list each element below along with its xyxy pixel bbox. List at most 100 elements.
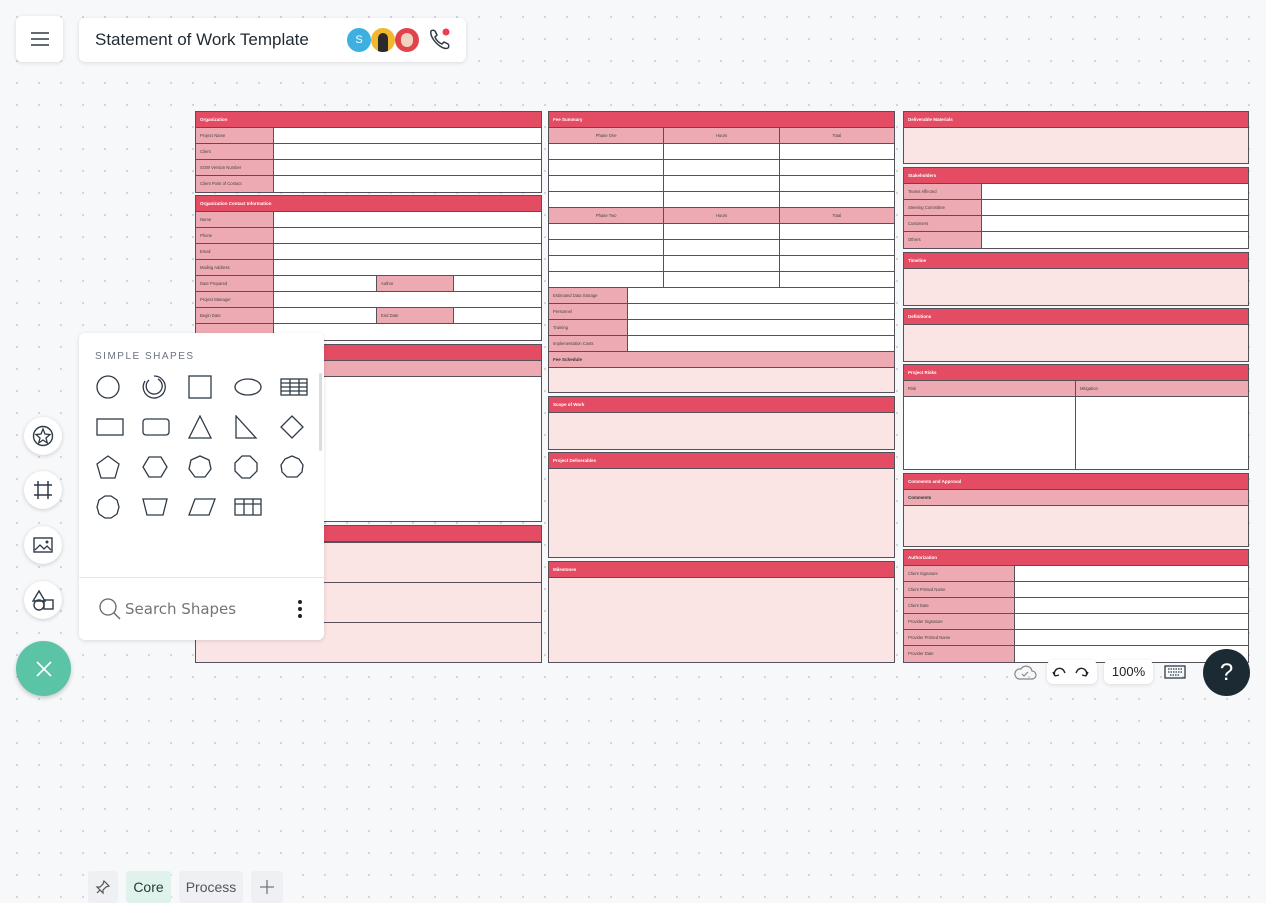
table-cell[interactable]	[780, 176, 894, 191]
field-input[interactable]	[628, 336, 894, 351]
keyboard-icon[interactable]	[1164, 665, 1186, 679]
field-input[interactable]	[274, 292, 541, 307]
table-cell[interactable]	[664, 192, 780, 207]
shape-right-triangle[interactable]	[225, 407, 271, 447]
section-body[interactable]	[549, 578, 894, 662]
field-input[interactable]	[274, 176, 541, 192]
table-cell[interactable]	[780, 160, 894, 175]
shape-octagon[interactable]	[225, 447, 271, 487]
avatar[interactable]: S	[347, 28, 371, 52]
shape-circle[interactable]	[87, 367, 133, 407]
field-input[interactable]	[982, 200, 1248, 215]
shape-pentagon[interactable]	[87, 447, 133, 487]
shape-rectangle[interactable]	[87, 407, 133, 447]
table-cell[interactable]	[780, 272, 894, 287]
table-cell[interactable]	[664, 160, 780, 175]
search-shapes-input[interactable]	[125, 598, 265, 620]
section-body[interactable]	[549, 368, 894, 392]
shape-square[interactable]	[179, 367, 225, 407]
field-input[interactable]	[628, 320, 894, 335]
avatar[interactable]	[395, 28, 419, 52]
field-input[interactable]	[274, 228, 541, 243]
add-library-button[interactable]	[251, 871, 283, 903]
tab-process[interactable]: Process	[179, 871, 243, 903]
shapes-button[interactable]	[24, 581, 62, 619]
table-cell[interactable]	[549, 240, 665, 255]
field-input[interactable]	[982, 216, 1248, 231]
field-input[interactable]	[1015, 598, 1248, 613]
table-cell[interactable]	[664, 240, 780, 255]
table-cell[interactable]	[664, 176, 780, 191]
shape-diamond[interactable]	[271, 407, 317, 447]
shape-decagon[interactable]	[87, 487, 133, 527]
image-button[interactable]	[24, 526, 62, 564]
shape-heptagon[interactable]	[179, 447, 225, 487]
shape-trapezoid[interactable]	[133, 487, 179, 527]
phone-icon[interactable]	[427, 27, 453, 53]
section-body[interactable]	[549, 413, 894, 449]
star-shapes-button[interactable]	[24, 417, 62, 455]
table-cell[interactable]	[780, 240, 894, 255]
field-input[interactable]	[982, 184, 1248, 199]
field-input[interactable]	[274, 276, 377, 291]
table-cell[interactable]	[664, 224, 780, 239]
field-input[interactable]	[454, 276, 541, 291]
shape-nonagon[interactable]	[271, 447, 317, 487]
table-cell[interactable]	[549, 192, 665, 207]
panel-scrollbar[interactable]	[319, 373, 322, 451]
field-input[interactable]	[274, 212, 541, 227]
field-input[interactable]	[274, 244, 541, 259]
shape-table-striped[interactable]	[271, 367, 317, 407]
shape-grid-table[interactable]	[225, 487, 271, 527]
table-cell[interactable]	[549, 256, 665, 271]
section-body[interactable]	[549, 469, 894, 557]
table-cell[interactable]	[780, 144, 894, 159]
zoom-level[interactable]: 100%	[1104, 660, 1153, 684]
risk-cell[interactable]	[904, 397, 1076, 469]
field-input[interactable]	[1015, 566, 1248, 581]
table-cell[interactable]	[780, 224, 894, 239]
frame-button[interactable]	[24, 471, 62, 509]
shape-hexagon[interactable]	[133, 447, 179, 487]
table-cell[interactable]	[549, 160, 665, 175]
tab-pinned[interactable]	[88, 871, 118, 903]
section-body[interactable]	[904, 269, 1248, 305]
field-input[interactable]	[274, 160, 541, 175]
menu-button[interactable]	[16, 16, 63, 62]
undo-icon[interactable]	[1051, 665, 1067, 679]
field-input[interactable]	[274, 308, 377, 323]
field-input[interactable]	[274, 128, 541, 143]
section-body[interactable]	[904, 325, 1248, 361]
table-cell[interactable]	[549, 176, 665, 191]
table-cell[interactable]	[549, 224, 665, 239]
field-input[interactable]	[982, 232, 1248, 248]
shape-parallelogram[interactable]	[179, 487, 225, 527]
field-input[interactable]	[274, 260, 541, 275]
redo-icon[interactable]	[1074, 665, 1090, 679]
shape-rounded-rectangle[interactable]	[133, 407, 179, 447]
field-input[interactable]	[274, 144, 541, 159]
table-cell[interactable]	[664, 256, 780, 271]
mitigation-cell[interactable]	[1076, 397, 1248, 469]
field-input[interactable]	[454, 308, 541, 323]
help-button[interactable]: ?	[1203, 649, 1250, 696]
field-input[interactable]	[628, 304, 894, 319]
table-cell[interactable]	[664, 272, 780, 287]
table-cell[interactable]	[549, 272, 665, 287]
shape-triangle[interactable]	[179, 407, 225, 447]
field-input[interactable]	[1015, 582, 1248, 597]
shape-ellipse[interactable]	[225, 367, 271, 407]
document-title[interactable]: Statement of Work Template	[95, 30, 309, 50]
field-input[interactable]	[1015, 614, 1248, 629]
table-cell[interactable]	[780, 256, 894, 271]
table-cell[interactable]	[664, 144, 780, 159]
tab-core[interactable]: Core	[126, 871, 171, 903]
field-input[interactable]	[628, 288, 894, 303]
avatar[interactable]	[371, 28, 395, 52]
table-cell[interactable]	[549, 144, 665, 159]
shape-arc[interactable]	[133, 367, 179, 407]
field-input[interactable]	[1015, 630, 1248, 645]
section-body[interactable]	[904, 128, 1248, 163]
close-fab[interactable]	[16, 641, 71, 696]
more-options-icon[interactable]	[295, 599, 305, 619]
